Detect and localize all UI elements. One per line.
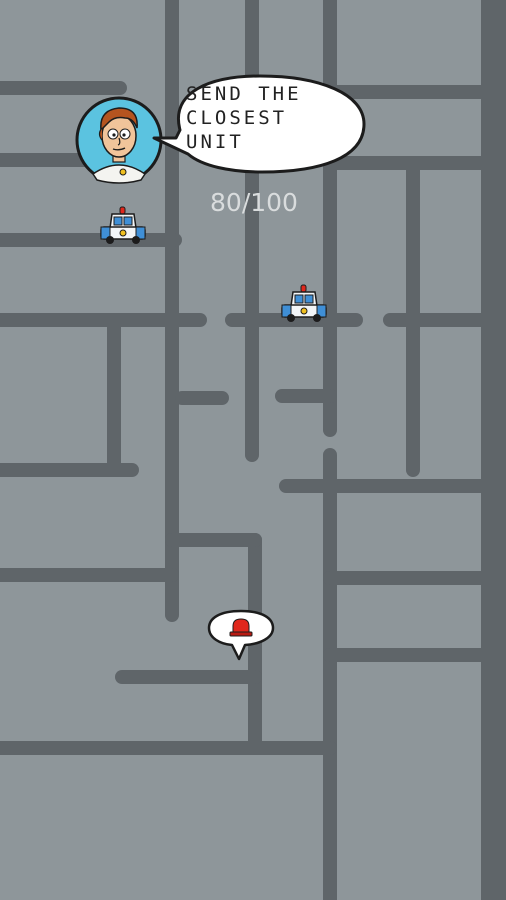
dispatcher-speech-text: SEND THE CLOSEST UNIT	[186, 83, 302, 153]
siren-icon	[207, 609, 275, 661]
police-car-unit-1[interactable]	[98, 206, 148, 246]
police-car-unit-2[interactable]	[279, 284, 329, 324]
police-car-icon	[100, 206, 146, 244]
incident-marker[interactable]	[206, 608, 276, 662]
score-counter: 80/100	[210, 188, 298, 217]
police-car-icon	[281, 284, 327, 322]
